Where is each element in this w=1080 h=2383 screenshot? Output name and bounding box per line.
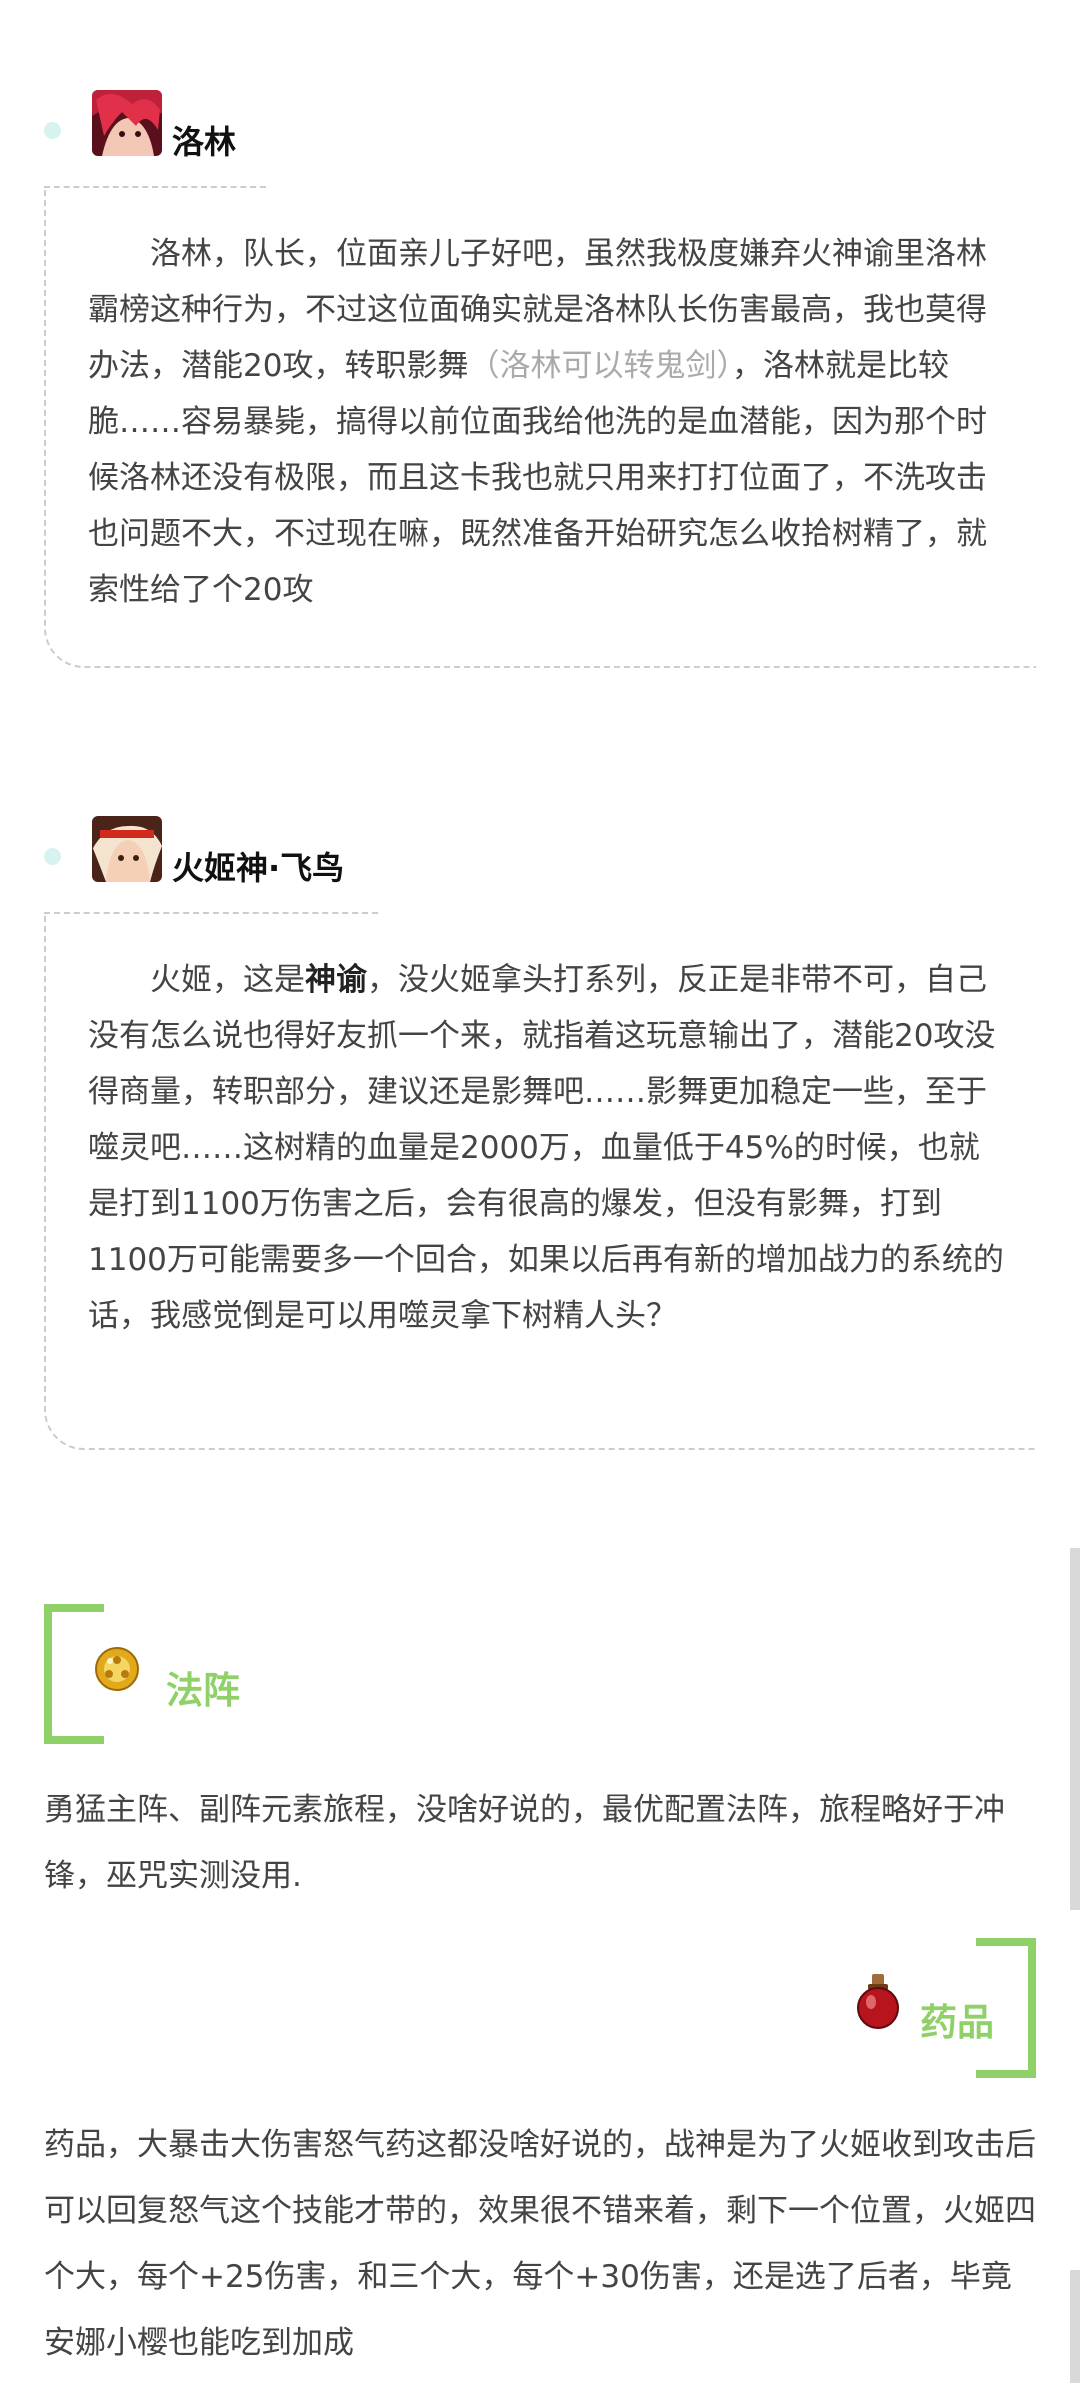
bullet-dot bbox=[44, 122, 61, 139]
description-text: 火姬，这是 bbox=[150, 962, 305, 998]
character-name: 洛林 bbox=[172, 123, 237, 161]
section-paragraph: 勇猛主阵、副阵元素旅程，没啥好说的，最优配置法阵，旅程略好于冲锋，巫咒实测没用. bbox=[44, 1792, 1005, 1894]
section-title: 法阵 bbox=[166, 1669, 240, 1712]
scrollbar-thumb[interactable] bbox=[1070, 2270, 1080, 2383]
formation-orb-icon bbox=[95, 1647, 139, 1691]
description-note: （洛林可以转鬼剑） bbox=[468, 348, 732, 384]
hero-asuka-avatar-icon bbox=[92, 816, 162, 882]
description-text: ，没火姬拿头打系列，反正是非带不可，自己没有怎么说也得好友抓一个来，就指着这玩意… bbox=[88, 962, 1004, 1334]
character-description: 火姬，这是神谕，没火姬拿头打系列，反正是非带不可，自己没有怎么说也得好友抓一个来… bbox=[88, 952, 1008, 1344]
description-highlight: 神谕 bbox=[305, 962, 367, 998]
scrollbar-thumb[interactable] bbox=[1070, 1548, 1080, 1910]
description-text: ，洛林就是比较脆……容易暴毙，搞得以前位面我给他洗的是血潜能，因为那个时候洛林还… bbox=[88, 348, 987, 608]
character-description: 洛林，队长，位面亲儿子好吧，虽然我极度嫌弃火神谕里洛林霸榜这种行为，不过这位面确… bbox=[88, 226, 1008, 618]
section-title: 药品 bbox=[920, 2001, 994, 2044]
hero-lorin-avatar-icon bbox=[92, 90, 162, 156]
bullet-dot bbox=[44, 848, 61, 865]
character-name: 火姬神·飞鸟 bbox=[172, 849, 345, 887]
section-paragraph: 药品，大暴击大伤害怒气药这都没啥好说的，战神是为了火姬收到攻击后可以回复怒气这个… bbox=[44, 2127, 1036, 2361]
potion-flask-icon bbox=[857, 1974, 899, 2029]
